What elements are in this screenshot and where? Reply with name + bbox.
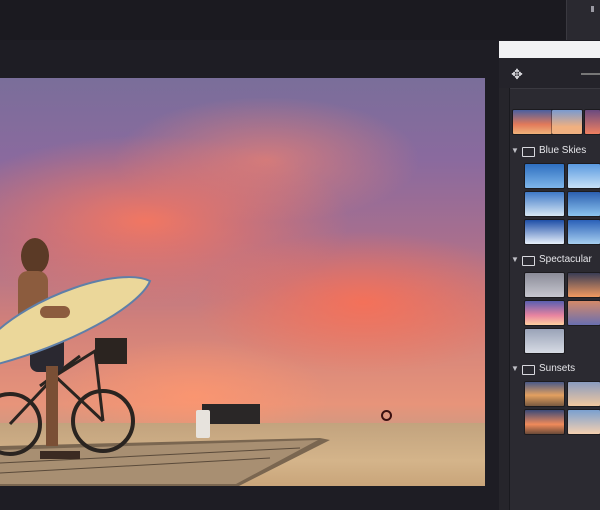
sky-thumb[interactable] (513, 110, 552, 134)
sky-thumb[interactable] (552, 110, 582, 134)
sky-thumb[interactable] (525, 329, 564, 353)
group-label: Blue Skies (539, 145, 587, 156)
brush-cursor (381, 410, 392, 421)
sky-thumb[interactable] (525, 220, 564, 244)
sky-thumb[interactable] (585, 110, 600, 134)
top-bar (0, 0, 600, 40)
group-header-spectacular[interactable]: ▼ Spectacular (509, 251, 600, 269)
top-right-panel-tab[interactable] (566, 0, 600, 40)
trash-bin (196, 410, 210, 438)
chevron-down-icon[interactable]: ▼ (511, 251, 519, 269)
folder-icon (522, 147, 535, 157)
panel-toolstrip: ✥ (499, 58, 600, 89)
sky-thumb[interactable] (568, 164, 600, 188)
chevron-down-icon[interactable]: ▼ (511, 360, 519, 378)
sky-thumb[interactable] (525, 164, 564, 188)
chevron-down-icon[interactable]: ▼ (511, 142, 519, 160)
panel-grip-icon (591, 6, 594, 12)
sky-presets-panel: ✥ ▼ Blue Skies ▼ Spectacular ▼ Sunsets (499, 41, 600, 510)
sky-thumb[interactable] (568, 220, 600, 244)
group-header-blue-skies[interactable]: ▼ Blue Skies (509, 142, 600, 160)
folder-icon (522, 256, 535, 266)
document-canvas[interactable] (0, 78, 485, 486)
beach-hut (202, 404, 260, 424)
sky-thumb[interactable] (525, 273, 564, 297)
surfer-with-bicycle (0, 238, 152, 459)
panel-header-strip (499, 41, 600, 58)
group-label: Sunsets (539, 363, 576, 374)
sky-thumb[interactable] (525, 410, 564, 434)
folder-icon (522, 365, 535, 375)
sky-thumb[interactable] (568, 410, 600, 434)
group-header-sunsets[interactable]: ▼ Sunsets (509, 360, 600, 378)
sky-thumb[interactable] (525, 301, 564, 325)
sky-thumb[interactable] (568, 301, 600, 325)
group-label: Spectacular (539, 254, 592, 265)
sky-thumb[interactable] (525, 382, 564, 406)
sky-thumb[interactable] (525, 192, 564, 216)
move-icon[interactable]: ✥ (509, 66, 525, 82)
sky-thumb[interactable] (568, 273, 600, 297)
sky-thumb[interactable] (568, 382, 600, 406)
slider-track[interactable] (581, 73, 600, 75)
sky-thumb[interactable] (568, 192, 600, 216)
